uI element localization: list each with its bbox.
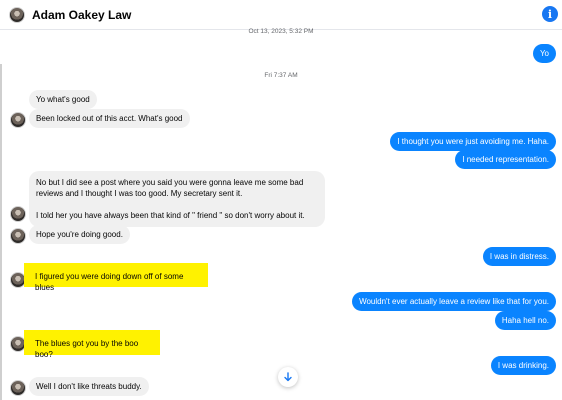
message-outgoing[interactable]: I needed representation. (455, 150, 556, 169)
conversation-header: Adam Oakey Law i (0, 0, 562, 30)
message-outgoing[interactable]: Wouldn't ever actually leave a review li… (352, 292, 556, 311)
timestamp: Oct 13, 2023, 5:32 PM (248, 28, 314, 35)
message-outgoing[interactable]: Haha hell no. (494, 311, 556, 330)
sender-avatar (10, 228, 26, 244)
contact-name[interactable]: Adam Oakey Law (32, 8, 131, 22)
message-incoming[interactable]: Been locked out of this acct. What's goo… (29, 109, 190, 128)
message-outgoing[interactable]: Yo (532, 44, 556, 63)
contact-avatar[interactable] (9, 6, 25, 23)
scrollbar[interactable] (0, 64, 2, 400)
message-outgoing[interactable]: I thought you were just avoiding me. Hah… (390, 132, 556, 151)
message-incoming[interactable]: Well I don't like threats buddy. (29, 377, 149, 396)
message-incoming-highlighted[interactable]: I figured you were doing down off of som… (24, 263, 208, 292)
scroll-down-button[interactable] (278, 367, 298, 387)
sender-avatar (10, 206, 26, 222)
message-incoming-highlighted[interactable]: The blues got you by the boo boo? (24, 330, 160, 359)
message-incoming-multiline[interactable]: No but I did see a post where you said y… (29, 171, 325, 227)
message-paragraph: No but I did see a post where you said y… (36, 178, 304, 198)
message-incoming[interactable]: Yo what's good (29, 90, 97, 109)
sender-avatar (10, 112, 26, 128)
message-incoming[interactable]: Hope you're doing good. (29, 225, 130, 244)
message-outgoing[interactable]: I was in distress. (482, 247, 556, 266)
message-paragraph: I told her you have always been that kin… (36, 211, 305, 220)
timestamp: Fri 7:37 AM (264, 72, 298, 79)
sender-avatar (10, 380, 26, 396)
message-outgoing[interactable]: I was drinking. (490, 356, 556, 375)
arrow-down-icon (284, 372, 292, 382)
info-icon[interactable]: i (542, 6, 558, 22)
